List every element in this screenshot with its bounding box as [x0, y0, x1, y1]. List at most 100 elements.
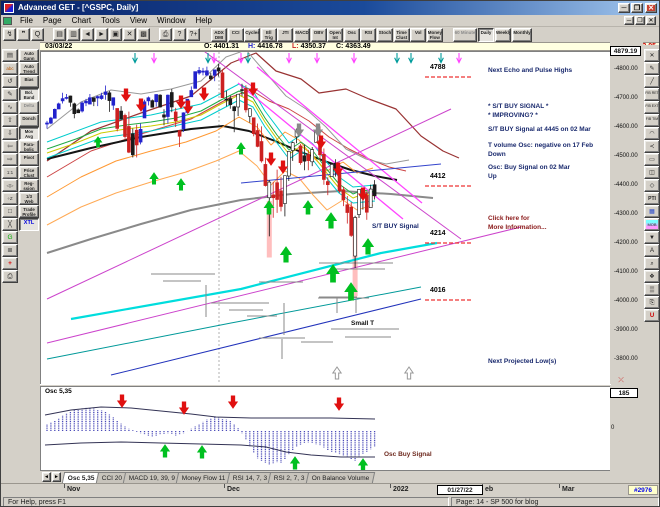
study-button-jti[interactable]: JTI [277, 28, 293, 42]
tab-rsi-2-7-3[interactable]: RSI 2, 7, 3 [268, 472, 311, 483]
menu-file[interactable]: File [15, 15, 38, 26]
study-button-obv[interactable]: OBV [311, 28, 327, 42]
expand-icon[interactable]: ◁▷ [2, 179, 18, 192]
sidebar-study-reg[interactable]: Reg-ssion [19, 179, 39, 192]
pencil-tool-icon[interactable]: ✎ [644, 62, 660, 75]
sidebar-study-auto[interactable]: AutoGann [19, 49, 39, 62]
study-button-cycles[interactable]: Cycles [244, 28, 260, 42]
scroll-up-icon[interactable]: ⇧ [2, 114, 18, 127]
study-button-time[interactable]: TimeClust [394, 28, 410, 42]
paint-icon[interactable]: ▼ [644, 231, 660, 244]
tab-scroll-right[interactable]: ► [52, 472, 61, 482]
tab-money-flow-11[interactable]: Money Flow 11 [176, 472, 232, 483]
study-button-ell[interactable]: EllTrig [261, 28, 277, 42]
period-weekly[interactable]: Weekly [495, 28, 511, 42]
annotation-click-here-for[interactable]: Click here for [488, 215, 530, 222]
print-icon[interactable]: ⎙ [159, 28, 172, 41]
sidebar-study-13[interactable]: 1/3Web [19, 192, 39, 205]
sidebar-study-xtl[interactable]: XTL [19, 218, 39, 231]
zoom-tool-icon[interactable]: ⌕ [644, 257, 660, 270]
sidebar-study-donch[interactable]: Donch [19, 114, 39, 127]
trendline-tool-icon[interactable]: ╱ [644, 75, 660, 88]
menu-tools[interactable]: Tools [96, 15, 125, 26]
study-button-vol[interactable]: Vol [410, 28, 426, 42]
diamond-tool-icon[interactable]: ◇ [644, 179, 660, 192]
panel-splitter[interactable] [40, 384, 611, 386]
menu-help[interactable]: Help [190, 15, 216, 26]
one-to-one-icon[interactable]: 1:1 [2, 166, 18, 179]
maximize-button[interactable]: ❐ [631, 3, 643, 13]
close-button[interactable]: ✕ [645, 3, 657, 13]
sidebar-study-para[interactable]: Para-bolic [19, 140, 39, 153]
properties-icon[interactable]: ⎙ [2, 270, 18, 283]
pointer-close-icon[interactable]: ✕ [644, 49, 660, 62]
period-daily[interactable]: Daily [478, 28, 494, 42]
page-back-icon[interactable]: ◄ [81, 28, 94, 41]
study-button-money[interactable]: MoneyFlow [427, 28, 443, 42]
study-button-adx[interactable]: ADXDMI [211, 28, 227, 42]
sidebar-study-trade[interactable]: TradeProfile [19, 205, 39, 218]
study-button-rsi[interactable]: RSI [360, 28, 376, 42]
study-edit-icon[interactable]: ✎ [2, 88, 18, 101]
box-zoom-icon[interactable]: □ [2, 205, 18, 218]
mob-icon[interactable]: MOB [644, 218, 660, 231]
child-restore-button[interactable]: ❐ [635, 16, 645, 25]
child-close-button[interactable]: ✕ [646, 16, 656, 25]
box-tool-icon[interactable]: ▭ [644, 153, 660, 166]
sidebar-study-auto[interactable]: AutoTrend [19, 62, 39, 75]
text-tool-icon[interactable]: A [644, 244, 660, 257]
child-window-icon[interactable] [3, 17, 12, 25]
tab-macd-19-39-9[interactable]: MACD 19, 39, 9 [123, 472, 182, 483]
copy-icon[interactable]: ⎘ [644, 296, 660, 309]
sidebar-study-mov[interactable]: MovAvg [19, 127, 39, 140]
search-icon[interactable]: Q [31, 28, 44, 41]
time-segments-icon[interactable]: ≣ [2, 244, 18, 257]
undo-icon[interactable]: U [644, 309, 660, 322]
sidebar-study-bias[interactable]: Bias [19, 75, 39, 88]
new-chart-icon[interactable]: ▤ [53, 28, 66, 41]
delete-icon[interactable]: ✕ [123, 28, 136, 41]
sidebar-study-bol[interactable]: Bol.Band [19, 88, 39, 101]
compress-icon[interactable]: ÷Z [2, 192, 18, 205]
elliott-waves-icon[interactable]: ∿ [2, 101, 18, 114]
symbols-icon[interactable]: abc [2, 62, 18, 75]
sidebar-study-price[interactable]: PriceClust [19, 166, 39, 179]
snap-grid-icon[interactable]: ▒ [644, 283, 660, 296]
annotation-more-information-[interactable]: More Information... [488, 224, 547, 231]
gann-tools-icon[interactable]: G [2, 231, 18, 244]
connect-icon[interactable]: ↯ [3, 28, 16, 41]
grid-icon[interactable]: ▦ [644, 205, 660, 218]
menu-page[interactable]: Page [38, 15, 67, 26]
sidebar-study-pivot[interactable]: Pivot [19, 153, 39, 166]
help-icon[interactable]: ? [173, 28, 186, 41]
study-button-osc[interactable]: Osc [344, 28, 360, 42]
tab-on-balance-volume[interactable]: On Balance Volume [306, 472, 376, 483]
pti-icon[interactable]: PTI [644, 192, 660, 205]
fib-retracement-icon[interactable]: FIB RET [644, 88, 660, 101]
pitchfork-icon[interactable]: ≺ [644, 140, 660, 153]
minimize-button[interactable]: ─ [618, 3, 630, 13]
gann-arc-icon[interactable]: ◠ [644, 127, 660, 140]
color-palette-icon[interactable]: ❖ [644, 270, 660, 283]
study-button-macd[interactable]: MACD [294, 28, 310, 42]
selected-date-box[interactable]: 01/27/22 [437, 485, 483, 495]
tab-rsi-14-7-3[interactable]: RSI 14, 7, 3 [227, 472, 274, 483]
chart-type-icon[interactable]: ▩ [137, 28, 150, 41]
scroll-right-icon[interactable]: ⇨ [2, 153, 18, 166]
fib-extension-icon[interactable]: FIB EXT [644, 101, 660, 114]
child-minimize-button[interactable]: ─ [624, 16, 634, 25]
axis-settings-icon[interactable]: ⤫ [613, 376, 629, 386]
study-button-open[interactable]: OpenInt [327, 28, 343, 42]
study-button-stoch[interactable]: Stoch [377, 28, 393, 42]
cycle-tool-icon[interactable]: ◫ [644, 166, 660, 179]
fib-time-icon[interactable]: FIB TIM [644, 114, 660, 127]
tab-scroll-left[interactable]: ◄ [42, 472, 51, 482]
scroll-down-icon[interactable]: ⇩ [2, 127, 18, 140]
osc-buy-signal-annotation[interactable]: Osc Buy Signal [384, 451, 432, 458]
menu-chart[interactable]: Chart [67, 15, 97, 26]
menu-window[interactable]: Window [152, 15, 190, 26]
lines-toggle-icon[interactable]: ╳ [2, 218, 18, 231]
notebook-icon[interactable]: ▥ [67, 28, 80, 41]
menu-view[interactable]: View [125, 15, 152, 26]
period-monthly[interactable]: Monthly [512, 28, 532, 42]
